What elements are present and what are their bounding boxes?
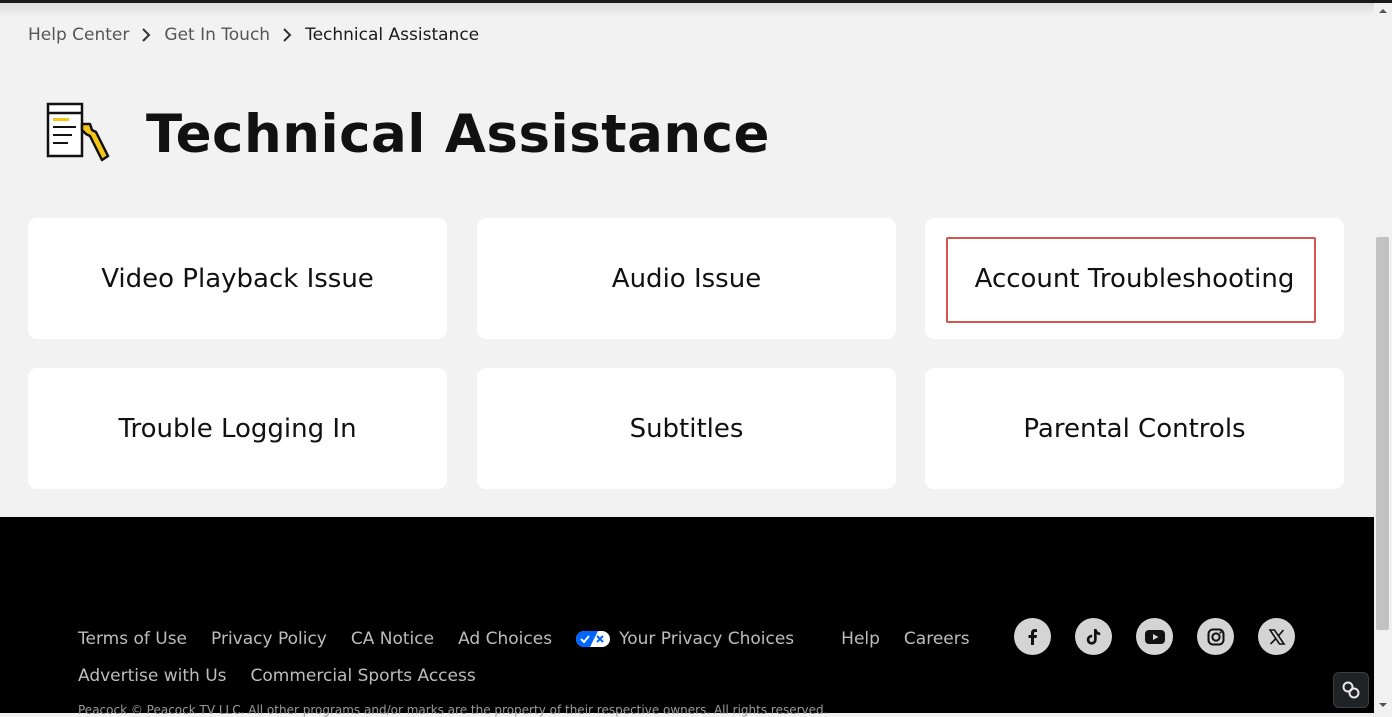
- chevron-right-icon: [283, 28, 292, 42]
- footer-link-privacy-policy[interactable]: Privacy Policy: [211, 629, 327, 649]
- facebook-icon[interactable]: [1014, 618, 1051, 655]
- topic-label: Trouble Logging In: [118, 413, 357, 444]
- topic-trouble-logging-in[interactable]: Trouble Logging In: [28, 368, 447, 489]
- footer-link-your-privacy-choices[interactable]: Your Privacy Choices: [576, 629, 794, 649]
- document-wrench-icon: [46, 102, 110, 162]
- footer-link-help[interactable]: Help: [841, 629, 880, 649]
- privacy-choices-icon: [576, 630, 611, 647]
- topic-audio-issue[interactable]: Audio Issue: [477, 218, 896, 339]
- footer-link-ca-notice[interactable]: CA Notice: [351, 629, 434, 649]
- chevron-right-icon: [142, 28, 151, 42]
- topic-label: Video Playback Issue: [101, 263, 374, 294]
- tiktok-icon[interactable]: [1075, 618, 1112, 655]
- topic-video-playback-issue[interactable]: Video Playback Issue: [28, 218, 447, 339]
- instagram-icon[interactable]: [1197, 618, 1234, 655]
- topic-label: Audio Issue: [611, 263, 762, 294]
- breadcrumb-help-center[interactable]: Help Center: [28, 25, 129, 45]
- footer-link-advertise-with-us[interactable]: Advertise with Us: [78, 666, 227, 686]
- scroll-up-arrow-icon[interactable]: [1378, 6, 1388, 16]
- privacy-choices-label: Your Privacy Choices: [619, 628, 795, 649]
- breadcrumb-get-in-touch[interactable]: Get In Touch: [164, 25, 270, 45]
- breadcrumb-current: Technical Assistance: [305, 25, 480, 45]
- topic-subtitles[interactable]: Subtitles: [477, 368, 896, 489]
- scrollbar-thumb[interactable]: [1376, 237, 1389, 630]
- header-shadow: [0, 3, 1374, 17]
- social-links: [1014, 618, 1295, 655]
- link-widget-button[interactable]: [1333, 672, 1369, 708]
- copyright-text: Peacock © Peacock TV LLC. All other prog…: [78, 703, 828, 717]
- footer-link-terms-of-use[interactable]: Terms of Use: [78, 629, 187, 649]
- footer-link-ad-choices[interactable]: Ad Choices: [458, 629, 552, 649]
- footer-links: Terms of Use Privacy Policy CA Notice Ad…: [78, 620, 994, 694]
- link-icon: [1342, 681, 1360, 699]
- topic-parental-controls[interactable]: Parental Controls: [925, 368, 1344, 489]
- page-header: Technical Assistance: [44, 100, 770, 168]
- topic-label: Subtitles: [629, 413, 744, 444]
- site-footer: Terms of Use Privacy Policy CA Notice Ad…: [0, 517, 1374, 717]
- footer-link-careers[interactable]: Careers: [904, 629, 970, 649]
- highlight-box: [946, 237, 1316, 323]
- footer-link-commercial-sports-access[interactable]: Commercial Sports Access: [251, 666, 476, 686]
- page-title: Technical Assistance: [146, 103, 770, 165]
- x-icon[interactable]: [1258, 618, 1295, 655]
- breadcrumb: Help Center Get In Touch Technical Assis…: [28, 24, 479, 46]
- topic-label: Parental Controls: [1023, 413, 1246, 444]
- youtube-icon[interactable]: [1136, 618, 1173, 655]
- topic-account-troubleshooting[interactable]: Account Troubleshooting: [925, 218, 1344, 339]
- scroll-down-arrow-icon[interactable]: [1378, 700, 1388, 710]
